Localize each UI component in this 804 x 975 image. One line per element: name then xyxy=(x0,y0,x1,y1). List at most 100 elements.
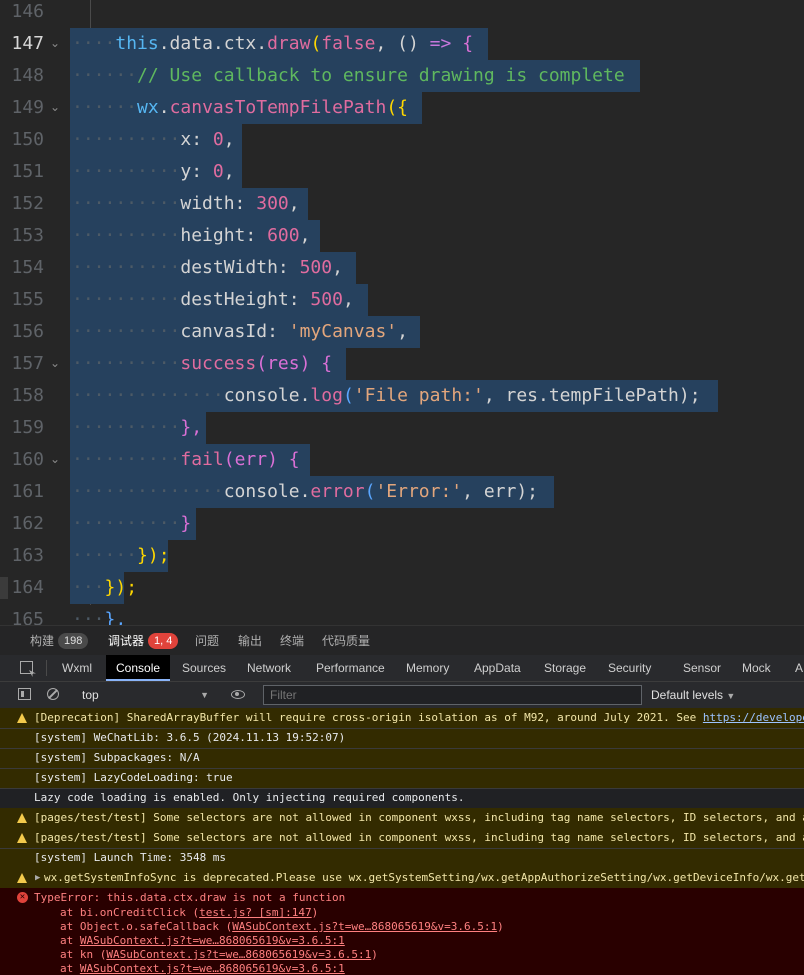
context-select[interactable]: top ▼ xyxy=(75,685,215,705)
tab-console[interactable]: Console xyxy=(106,655,171,681)
stack-frame: at WASubContext.js?t=we…868065619&v=3.6.… xyxy=(60,962,345,975)
code-line: 159 ··········}, xyxy=(0,412,804,444)
stack-frame: at Object.o.safeCallback (WASubContext.j… xyxy=(60,920,504,933)
console-message: [system] Subpackages: N/A xyxy=(0,748,804,764)
divider xyxy=(46,660,47,676)
code-line: 148 ······// Use callback to ensure draw… xyxy=(0,60,804,92)
line-number: 150 xyxy=(11,129,44,150)
console-message: [system] WeChatLib: 3.6.5 (2024.11.13 19… xyxy=(0,728,804,744)
fold-chevron-icon[interactable]: ⌄ xyxy=(50,357,62,369)
tab-network[interactable]: Network xyxy=(247,655,291,681)
line-number: 154 xyxy=(11,257,44,278)
line-number: 160 xyxy=(11,449,44,470)
stack-link[interactable]: WASubContext.js?t=we…868065619&v=3.6.5:1 xyxy=(232,920,497,933)
tab-issues[interactable]: 问题 xyxy=(195,626,219,656)
line-number: 165 xyxy=(11,609,44,625)
tab-terminal[interactable]: 终端 xyxy=(280,626,304,656)
fold-chevron-icon[interactable]: ⌄ xyxy=(50,453,62,465)
tab-sources[interactable]: Sources xyxy=(182,655,226,681)
sidebar-toggle-icon[interactable] xyxy=(18,688,31,700)
code-line: 147 ⌄ ····this.data.ctx.draw(false, () =… xyxy=(0,28,804,60)
line-number: 163 xyxy=(11,545,44,566)
code-line: 164 ···}); xyxy=(0,572,804,604)
code-line: 161 ··············console.error('Error:'… xyxy=(0,476,804,508)
tab-overflow[interactable]: A xyxy=(795,655,803,681)
scrollbar-marker[interactable] xyxy=(0,577,8,599)
code-line: 157 ⌄ ··········success(res) { xyxy=(0,348,804,380)
console-output: [Deprecation] SharedArrayBuffer will req… xyxy=(0,708,804,975)
stack-frame: at kn (WASubContext.js?t=we…868065619&v=… xyxy=(60,948,378,961)
eye-icon[interactable] xyxy=(231,690,245,699)
stack-frame: at bi.onCreditClick (test.js? [sm]:147) xyxy=(60,906,319,919)
build-count-badge: 198 xyxy=(58,633,89,649)
line-number: 149 xyxy=(11,97,44,118)
warning-icon xyxy=(17,813,27,823)
clear-console-icon[interactable] xyxy=(47,688,59,700)
code-line: 163 ······}); xyxy=(0,540,804,572)
line-number: 151 xyxy=(11,161,44,182)
stack-link[interactable]: WASubContext.js?t=we…868065619&v=3.6.5:1 xyxy=(80,962,345,975)
tab-build[interactable]: 构建 198 xyxy=(30,626,89,656)
fold-chevron-icon[interactable]: ⌄ xyxy=(50,101,62,113)
fold-chevron-icon[interactable]: ⌄ xyxy=(50,37,62,49)
code-line: 155 ··········destHeight: 500, xyxy=(0,284,804,316)
warning-icon xyxy=(17,833,27,843)
line-number: 148 xyxy=(11,65,44,86)
code-line: 154 ··········destWidth: 500, xyxy=(0,252,804,284)
devtools-tabbar: Wxml Console Sources Network Performance… xyxy=(0,655,804,682)
tab-security[interactable]: Security xyxy=(608,655,651,681)
line-number: 161 xyxy=(11,481,44,502)
bottom-panel-tabs: 构建 198 调试器 1, 4 问题 输出 终端 代码质量 xyxy=(0,625,804,656)
line-number: 159 xyxy=(11,417,44,438)
warning-icon xyxy=(17,713,27,723)
code-line: 146 xyxy=(0,0,804,28)
tab-wxml[interactable]: Wxml xyxy=(62,655,92,681)
code-line: 162 ··········} xyxy=(0,508,804,540)
tab-storage[interactable]: Storage xyxy=(544,655,586,681)
tab-mock[interactable]: Mock xyxy=(742,655,771,681)
inspect-element-icon[interactable] xyxy=(20,661,33,674)
console-toolbar: top▼ Default levels ▼ xyxy=(0,682,804,709)
code-line: 150 ··········x: 0, xyxy=(0,124,804,156)
code-line: 156 ··········canvasId: 'myCanvas', xyxy=(0,316,804,348)
code-line: 153 ··········height: 600, xyxy=(0,220,804,252)
filter-input[interactable] xyxy=(263,685,642,705)
error-icon: ✕ xyxy=(17,892,28,903)
tab-output[interactable]: 输出 xyxy=(238,626,262,656)
stack-frame: at WASubContext.js?t=we…868065619&v=3.6.… xyxy=(60,934,345,947)
console-error: ✕ TypeError: this.data.ctx.draw is not a… xyxy=(0,888,804,975)
line-number: 153 xyxy=(11,225,44,246)
line-number: 162 xyxy=(11,513,44,534)
line-number: 156 xyxy=(11,321,44,342)
code-line: 151 ··········y: 0, xyxy=(0,156,804,188)
tab-sensor[interactable]: Sensor xyxy=(683,655,721,681)
console-message: [system] LazyCodeLoading: true xyxy=(0,768,804,784)
tab-debugger[interactable]: 调试器 1, 4 xyxy=(108,626,179,656)
stack-link[interactable]: test.js? [sm]:147 xyxy=(199,906,312,919)
line-number: 157 xyxy=(11,353,44,374)
deprecation-link[interactable]: https://develope xyxy=(703,711,804,724)
expand-triangle-icon[interactable]: ▶ xyxy=(35,868,40,888)
line-number: 146 xyxy=(11,1,44,22)
tab-memory[interactable]: Memory xyxy=(406,655,449,681)
line-number: 155 xyxy=(11,289,44,310)
tab-code-quality[interactable]: 代码质量 xyxy=(322,626,370,656)
log-levels-dropdown[interactable]: Default levels ▼ xyxy=(651,682,735,708)
debugger-count-badge: 1, 4 xyxy=(148,633,179,649)
line-number: 152 xyxy=(11,193,44,214)
tab-appdata[interactable]: AppData xyxy=(474,655,521,681)
stack-link[interactable]: WASubContext.js?t=we…868065619&v=3.6.5:1 xyxy=(80,934,345,947)
line-number: 147 xyxy=(11,33,44,54)
code-line: 149 ⌄ ······wx.canvasToTempFilePath({ xyxy=(0,92,804,124)
console-message: [system] Launch Time: 3548 ms xyxy=(0,848,804,864)
console-message: Lazy code loading is enabled. Only injec… xyxy=(0,788,804,804)
warning-icon xyxy=(17,873,27,883)
tab-performance[interactable]: Performance xyxy=(316,655,385,681)
stack-link[interactable]: WASubContext.js?t=we…868065619&v=3.6.5:1 xyxy=(106,948,371,961)
line-number: 158 xyxy=(11,385,44,406)
caret-down-icon: ▼ xyxy=(200,690,209,700)
code-line: 165 ···}, xyxy=(0,604,804,625)
code-line: 152 ··········width: 300, xyxy=(0,188,804,220)
code-editor[interactable]: 146 147 ⌄ ····this.data.ctx.draw(false, … xyxy=(0,0,804,625)
code-line: 160 ⌄ ··········fail(err) { xyxy=(0,444,804,476)
